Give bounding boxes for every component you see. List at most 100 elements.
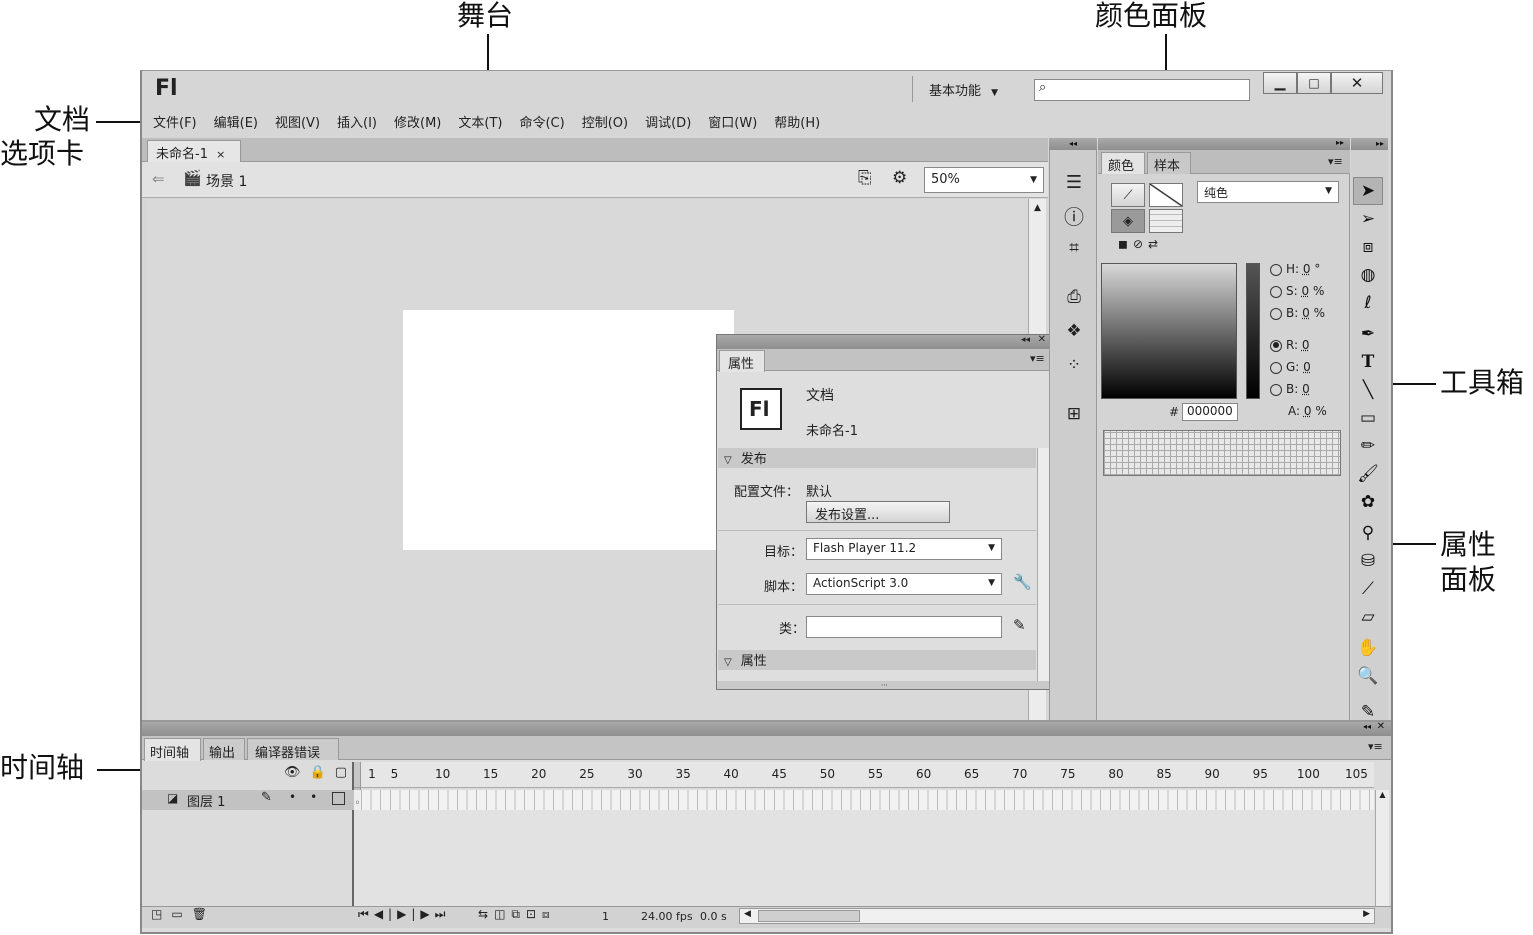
paint-bucket-icon[interactable]: ⛁ — [1353, 547, 1383, 575]
tab-compiler-errors[interactable]: 编译器错误 — [247, 738, 339, 761]
subselection-tool-icon[interactable]: ➢ — [1353, 205, 1383, 233]
components-icon[interactable]: ❖ — [1061, 319, 1087, 343]
scroll-left-icon[interactable]: ◀ — [744, 909, 751, 919]
scroll-up-icon[interactable]: ▲ — [1029, 203, 1046, 213]
layer-outline-box[interactable] — [332, 792, 345, 805]
menu-file[interactable]: 文件(F) — [153, 112, 197, 131]
fill-swatch[interactable] — [1149, 209, 1183, 233]
saturation-value[interactable]: 0 — [1302, 284, 1310, 298]
free-transform-icon[interactable]: ⧈ — [1353, 233, 1383, 261]
fill-type-select[interactable]: 纯色 ▼ — [1197, 181, 1339, 203]
selection-tool-icon[interactable]: ➤ — [1353, 177, 1383, 205]
frame-rate[interactable]: 24.00 fps — [641, 910, 693, 923]
maximize-button[interactable]: □ — [1297, 72, 1331, 94]
green-value[interactable]: 0 — [1303, 360, 1311, 374]
target-select[interactable]: Flash Player 11.2 ▼ — [806, 538, 1002, 560]
document-tab[interactable]: 未命名-1 × — [147, 140, 241, 162]
tab-output[interactable]: 输出 — [203, 738, 245, 761]
tab-properties[interactable]: 属性 — [719, 350, 765, 372]
last-frame-icon[interactable]: ⏭ — [435, 907, 451, 921]
zoom-select[interactable]: 50% ▼ — [924, 167, 1044, 193]
onion-skin-icon[interactable]: ⧉ — [511, 907, 526, 921]
expand-icon[interactable]: ▸▸ — [1336, 138, 1344, 147]
stroke-swatch[interactable] — [1149, 183, 1183, 207]
tab-swatches[interactable]: 样本 — [1147, 152, 1191, 174]
eraser-icon[interactable]: ▱ — [1353, 603, 1383, 631]
info-icon[interactable]: ⓘ — [1061, 203, 1087, 229]
menu-edit[interactable]: 编辑(E) — [214, 112, 258, 131]
eyedropper-icon[interactable]: ⟋ — [1353, 575, 1383, 603]
publish-section-header[interactable]: ▽ 发布 — [718, 448, 1036, 468]
timeline-titlebar[interactable]: ◂◂ ✕ — [142, 721, 1391, 736]
step-back-icon[interactable]: ◀| — [374, 907, 397, 921]
collapse-icon[interactable]: ◂◂ — [1021, 335, 1030, 345]
align-icon[interactable]: ☰ — [1061, 170, 1087, 194]
scroll-up-icon[interactable]: ▲ — [1379, 790, 1385, 799]
collapse-icon[interactable]: ◂◂ — [1363, 722, 1371, 731]
alpha-row[interactable]: A: 0 % — [1288, 404, 1327, 418]
workspace-switcher[interactable]: 基本功能 ▼ — [912, 76, 1022, 102]
pencil-icon[interactable]: ✎ — [261, 790, 272, 805]
stage[interactable] — [403, 310, 734, 550]
dock-collapse-icon[interactable]: ◂◂ — [1049, 138, 1097, 150]
close-button[interactable]: ✕ — [1331, 72, 1383, 94]
onion-outline-icon[interactable]: ⊡ — [526, 907, 542, 921]
back-arrow-icon[interactable]: ⇐ — [152, 170, 165, 188]
brightness-slider[interactable] — [1246, 263, 1260, 399]
frame-ruler[interactable] — [354, 762, 1374, 788]
edit-scene-icon[interactable]: ⎘ — [858, 168, 872, 188]
color-picker-field[interactable] — [1101, 263, 1237, 399]
menu-insert[interactable]: 插入(I) — [337, 112, 377, 131]
publish-settings-button[interactable]: 发布设置... — [806, 501, 950, 523]
new-layer-icon[interactable]: ◳ — [151, 907, 171, 921]
hand-icon[interactable]: ✋ — [1353, 634, 1383, 662]
new-folder-icon[interactable]: ▭ — [171, 907, 191, 921]
eye-icon[interactable]: 👁 — [284, 765, 310, 780]
blue-value[interactable]: 0 — [1302, 382, 1310, 396]
panel-menu-icon[interactable]: ▾≡ — [1328, 155, 1343, 168]
current-frame[interactable]: 1 — [602, 910, 609, 923]
zoom-icon[interactable]: 🔍 — [1353, 662, 1383, 690]
color-default-icons[interactable]: ◼⊘⇄ — [1118, 237, 1163, 251]
edit-symbol-icon[interactable]: ⚙ — [892, 168, 907, 188]
hue-row[interactable]: H: 0 ° — [1270, 262, 1320, 276]
lasso-icon[interactable]: ℓ — [1353, 289, 1383, 317]
resize-grip-icon[interactable]: ⋯ — [717, 681, 1052, 689]
red-value[interactable]: 0 — [1302, 338, 1310, 352]
first-frame-icon[interactable]: ⏮ — [358, 907, 374, 921]
alpha-value[interactable]: 0 — [1304, 404, 1312, 418]
loop-icon[interactable]: ⇆ — [478, 907, 494, 921]
menu-text[interactable]: 文本(T) — [458, 112, 502, 131]
deco-icon[interactable]: ✿ — [1353, 488, 1383, 516]
fill-color-button[interactable]: ◈ — [1111, 209, 1145, 233]
wrench-icon[interactable]: 🔧 — [1013, 573, 1032, 591]
minimize-button[interactable]: ▁ — [1263, 72, 1297, 94]
menu-control[interactable]: 控制(O) — [582, 112, 628, 131]
close-icon[interactable]: ✕ — [1377, 721, 1385, 732]
frame-cells[interactable] — [361, 790, 1374, 810]
menu-modify[interactable]: 修改(M) — [394, 112, 441, 131]
trash-icon[interactable]: 🗑 — [192, 907, 216, 921]
menu-help[interactable]: 帮助(H) — [774, 112, 820, 131]
menu-view[interactable]: 视图(V) — [275, 112, 320, 131]
transform-icon[interactable]: ⌗ — [1061, 236, 1087, 260]
step-forward-icon[interactable]: |▶ — [411, 907, 434, 921]
motion-presets-icon[interactable]: ⁘ — [1061, 353, 1087, 377]
stroke-color-button[interactable]: ⟋ — [1111, 183, 1145, 207]
green-row[interactable]: G: 0 — [1270, 360, 1311, 374]
hue-value[interactable]: 0 — [1303, 262, 1311, 276]
scroll-thumb[interactable] — [758, 910, 860, 922]
library-icon[interactable]: ⊞ — [1061, 402, 1087, 426]
pencil-icon[interactable]: ✎ — [1013, 616, 1026, 634]
center-frame-icon[interactable]: ◫ — [494, 907, 511, 921]
brush-icon[interactable]: 🖌 — [1353, 460, 1383, 488]
menu-window[interactable]: 窗口(W) — [708, 112, 757, 131]
timeline-vscroll[interactable]: ▲ — [1375, 790, 1389, 906]
timeline-hscroll[interactable]: ◀ ▶ — [739, 908, 1375, 924]
hex-input[interactable]: 000000 — [1182, 403, 1238, 421]
menu-debug[interactable]: 调试(D) — [645, 112, 691, 131]
properties-titlebar[interactable]: ◂◂ ✕ — [717, 334, 1052, 349]
panel-menu-icon[interactable]: ▾≡ — [1030, 352, 1045, 365]
close-icon[interactable]: × — [216, 148, 225, 161]
bone-icon[interactable]: ⚲ — [1353, 519, 1383, 547]
